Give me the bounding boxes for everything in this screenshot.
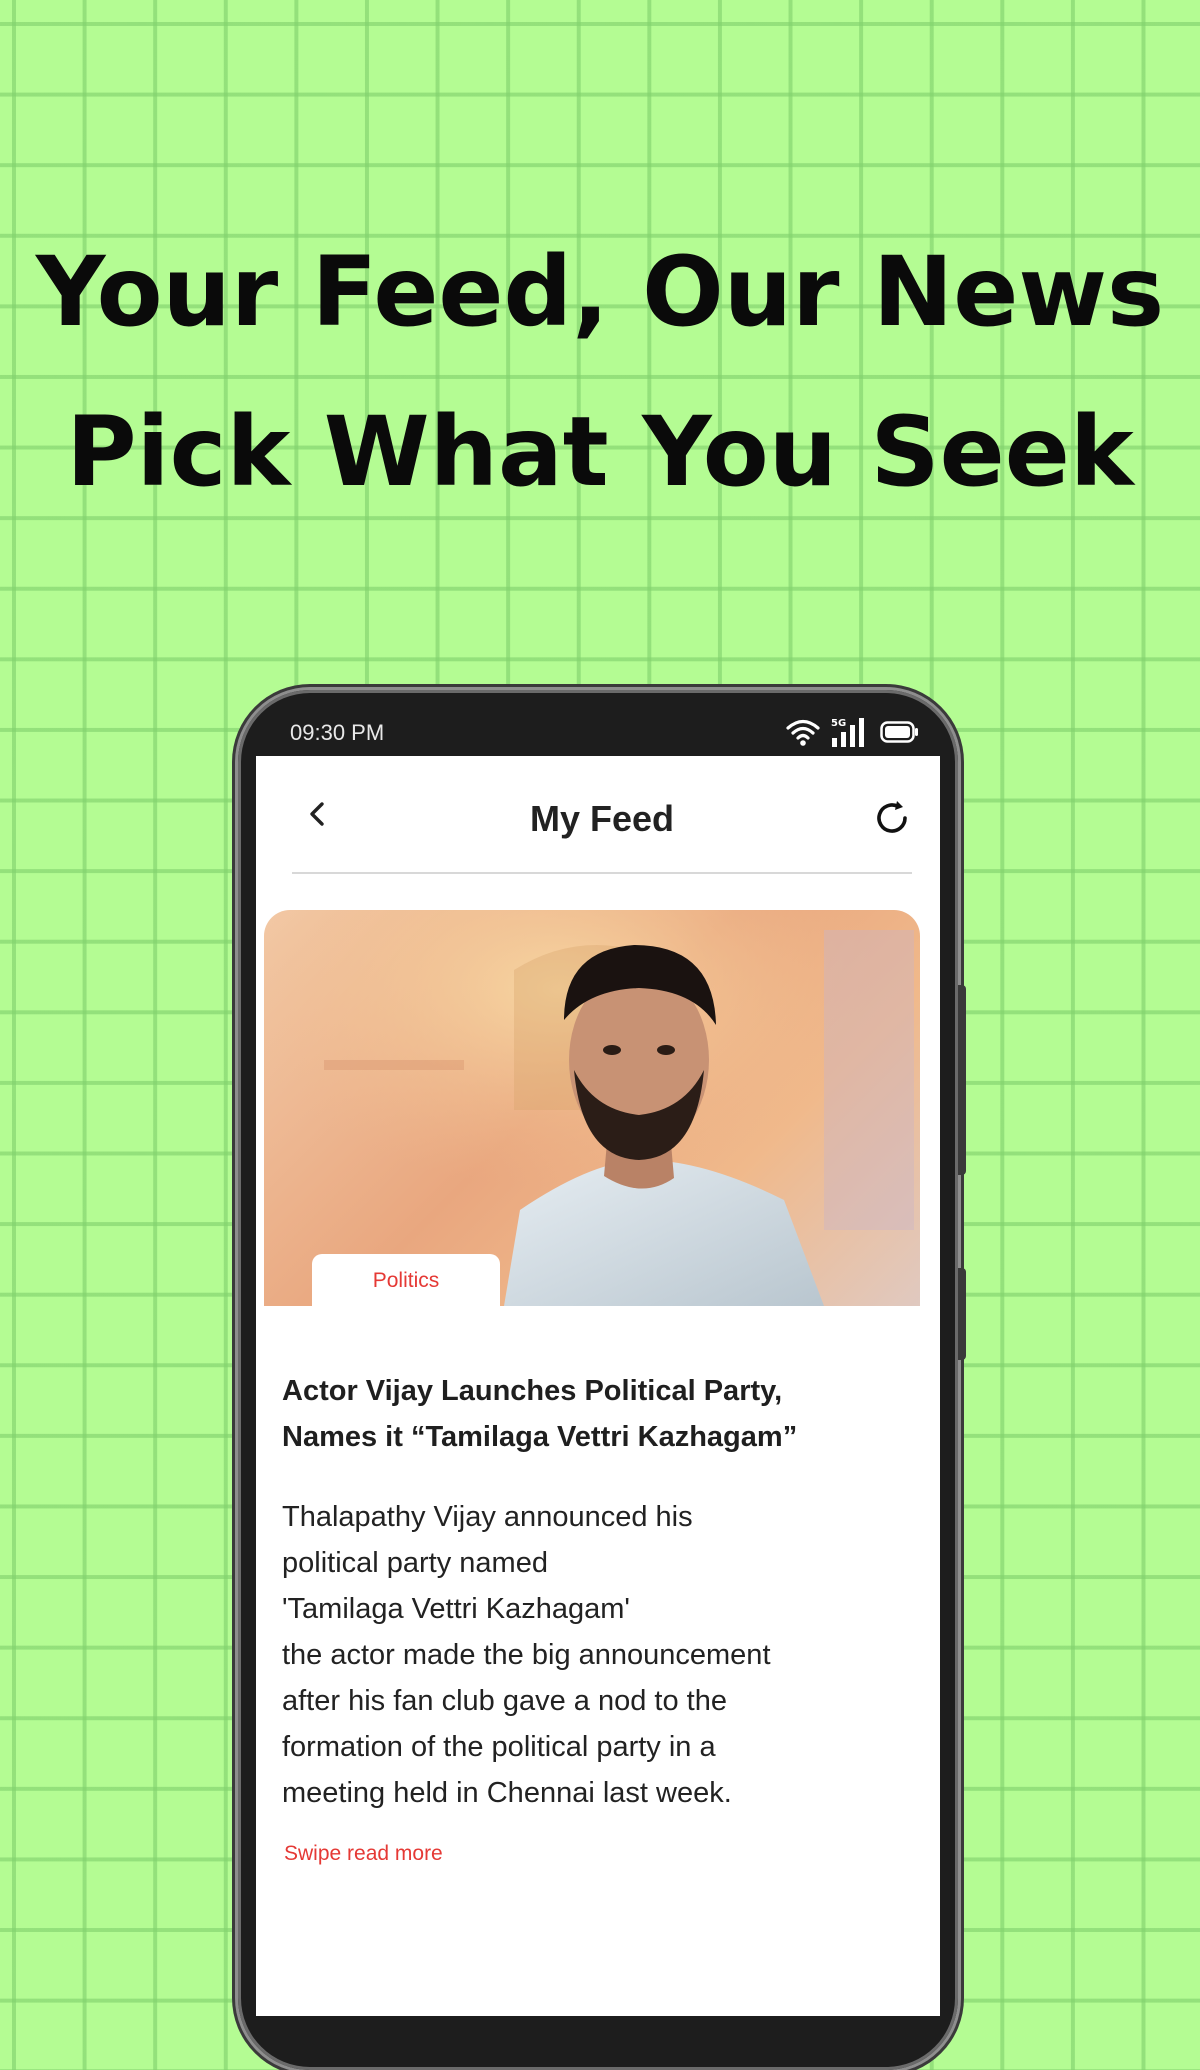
promo-headline-line-1: Your Feed, Our News	[35, 236, 1165, 348]
status-bar: 09:30 PM 5G	[256, 708, 940, 758]
article-body-line: the actor made the big announcement	[282, 1639, 771, 1671]
article-body-line: 'Tamilaga Vettri Kazhagam'	[282, 1593, 630, 1625]
article-image[interactable]	[264, 910, 920, 1306]
article-body: Thalapathy Vijay announced his political…	[282, 1494, 912, 1816]
promo-headline-line-2: Pick What You Seek	[66, 396, 1134, 508]
page-title: My Feed	[529, 798, 675, 839]
article-title: Actor Vijay Launches Political Party, Na…	[282, 1368, 912, 1460]
phone-volume-button	[958, 985, 966, 1175]
swipe-read-more-link[interactable]: Swipe read more	[284, 1842, 443, 1866]
network-type-label: 5G	[831, 718, 846, 729]
battery-icon	[880, 721, 918, 743]
article-body-line: formation of the political party in a	[282, 1731, 716, 1763]
category-tag[interactable]: Politics	[312, 1254, 500, 1308]
article-body-line: Thalapathy Vijay announced his	[282, 1501, 693, 1533]
article-body-line: meeting held in Chennai last week.	[282, 1777, 732, 1809]
article-body-line: after his fan club gave a nod to the	[282, 1685, 727, 1717]
cellular-signal-icon: 5G	[831, 718, 864, 747]
article-title-line: Actor Vijay Launches Political Party,	[282, 1375, 783, 1407]
phone-power-button	[958, 1268, 966, 1360]
article-title-line: Names it “Tamilaga Vettri Kazhagam”	[282, 1421, 798, 1453]
app-header: My Feed	[292, 756, 912, 874]
status-icons: 5G	[786, 716, 920, 748]
app-screen: My Feed Politics Actor Vijay Launches Po…	[256, 756, 940, 2016]
refresh-icon[interactable]	[872, 798, 912, 838]
wifi-icon	[786, 719, 820, 746]
article-photo	[264, 910, 920, 1306]
article-body-line: political party named	[282, 1547, 548, 1579]
status-time: 09:30 PM	[290, 720, 385, 745]
